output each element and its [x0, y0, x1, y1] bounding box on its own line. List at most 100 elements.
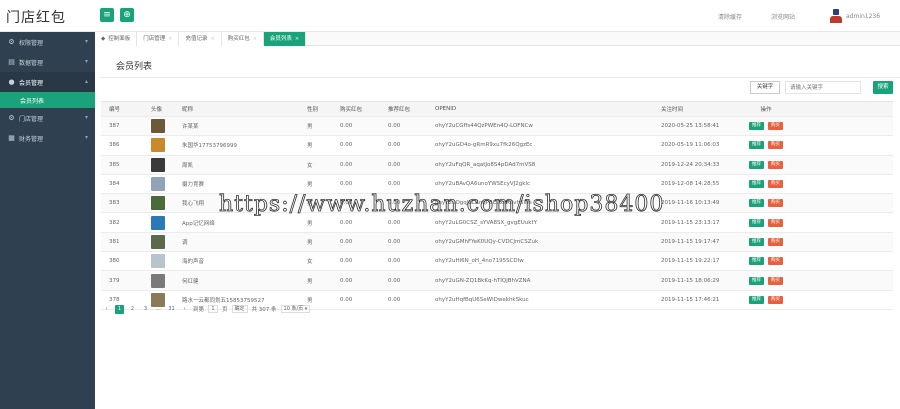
recommend-button[interactable]: 推荐 — [749, 122, 764, 131]
row-follow-time: 2019-11-15 23:13:17 — [661, 219, 720, 226]
buy-button[interactable]: 购买 — [768, 218, 783, 227]
buy-button[interactable]: 购买 — [768, 295, 783, 304]
finance-icon: ▦ — [8, 133, 15, 142]
page-button[interactable]: 1 — [115, 304, 124, 314]
goto-confirm-button[interactable]: 确定 — [231, 305, 248, 313]
recommend-button[interactable]: 推荐 — [749, 257, 764, 266]
table-row: 385 周凯 女 0.00 0.00 ohyY2uFqQR_aqatJo8S4pDAd7m… — [101, 155, 893, 175]
avatar — [151, 254, 165, 269]
chevron-down-icon: ▾ — [84, 114, 88, 121]
row-follow-time: 2019-11-15 19:17:47 — [661, 238, 720, 245]
buy-button[interactable]: 购买 — [768, 160, 783, 169]
row-follow-time: 2019-11-15 18:06:29 — [661, 277, 720, 284]
row-id: 378 — [109, 296, 120, 303]
refresh-button[interactable]: ⊕ — [120, 8, 134, 22]
sidebar-item-label: 门店管理 — [19, 115, 44, 123]
header-sex: 性别 — [307, 107, 319, 113]
header-openid: OPENID — [435, 106, 457, 112]
goto-page-input[interactable]: 1 — [208, 305, 219, 313]
per-page-select[interactable]: 10 条/页 ▾ — [280, 305, 311, 313]
row-nickname: 朱国华17753796999 — [182, 143, 237, 150]
row-sex: 男 — [307, 278, 313, 285]
tab-stores[interactable]: 门店管理 × — [137, 32, 180, 46]
clear-cache-link[interactable]: 清除缓存 — [718, 12, 742, 21]
row-sex: 男 — [307, 182, 313, 189]
recommend-button[interactable]: 推荐 — [749, 180, 764, 189]
main-content: 会员列表 关键字 搜索 编号 头像 昵称 性别 购买红包 推荐红包 OPENID… — [95, 46, 900, 409]
pagination: ‹ 1 2 3 ... 31 › 到第 1 页 确定 共 307 条 10 条/… — [102, 303, 311, 315]
sidebar-item-permissions[interactable]: ⚙ 权限管理 ▾ — [0, 32, 95, 52]
sidebar-item-finance[interactable]: ▦ 财务管理 ▾ — [0, 128, 95, 148]
row-openid: ohyY2uHl6N_oH_4no7195SCDIw — [435, 258, 524, 265]
row-nickname: App记忆网络 — [182, 220, 215, 227]
page-unit-label: 页 — [222, 307, 228, 313]
row-openid: ohyY2uCGffs44QzPWEn4Q-LOFNCw — [435, 123, 533, 130]
sidebar-item-members[interactable]: ● 会员管理 ▴ — [0, 72, 95, 92]
prev-page-button[interactable]: ‹ — [102, 305, 111, 314]
row-buy-redpacket: 0.00 — [340, 142, 353, 149]
browse-site-link[interactable]: 浏览网站 — [771, 12, 795, 21]
table-header: 编号 头像 昵称 性别 购买红包 推荐红包 OPENID 关注时间 操作 — [101, 102, 893, 117]
tab-recharge[interactable]: 充值记录 × — [179, 32, 222, 46]
sidebar-subitem-member-list[interactable]: 会员列表 — [0, 92, 95, 108]
user-menu[interactable]: admin1236 — [830, 8, 880, 24]
sidebar-item-label: 财务管理 — [19, 135, 44, 143]
buy-button[interactable]: 购买 — [768, 257, 783, 266]
close-icon[interactable]: × — [168, 32, 172, 46]
page-button[interactable]: 31 — [167, 305, 176, 314]
search-button[interactable]: 搜索 — [873, 81, 893, 94]
next-page-button[interactable]: › — [180, 305, 189, 314]
buy-button[interactable]: 购买 — [768, 276, 783, 285]
menu-toggle-button[interactable]: ≡ — [100, 8, 114, 22]
recommend-button[interactable]: 推荐 — [749, 199, 764, 208]
recommend-button[interactable]: 推荐 — [749, 141, 764, 150]
close-icon[interactable]: × — [253, 32, 257, 46]
row-id: 387 — [109, 123, 120, 130]
tab-member-list[interactable]: 会员列表 × — [263, 32, 307, 46]
recommend-button[interactable]: 推荐 — [749, 218, 764, 227]
tab-buy-redpacket[interactable]: 购买红包 × — [221, 32, 264, 46]
row-id: 380 — [109, 258, 120, 265]
buy-button[interactable]: 购买 — [768, 199, 783, 208]
buy-button[interactable]: 购买 — [768, 180, 783, 189]
row-openid: ohyY2uLG0CSZ_sYVA8SX_gvgEUuktY — [435, 219, 537, 226]
username: admin1236 — [846, 12, 881, 20]
keyword-dropdown[interactable]: 关键字 — [750, 81, 780, 94]
row-nickname: 摄力竞赛 — [182, 182, 205, 189]
row-id: 383 — [109, 200, 120, 207]
recommend-button[interactable]: 推荐 — [749, 237, 764, 246]
page-button[interactable]: 2 — [128, 305, 137, 314]
sidebar-item-data[interactable]: ▤ 数据管理 ▾ — [0, 52, 95, 72]
avatar — [151, 119, 165, 134]
row-rec-redpacket: 0.00 — [388, 181, 401, 188]
row-id: 379 — [109, 277, 120, 284]
home-icon: ◆ — [101, 36, 106, 42]
buy-button[interactable]: 购买 — [768, 237, 783, 246]
header-actions: 操作 — [760, 107, 772, 113]
row-openid: ohyY2uFqQR_aqatJo8S4pDAd7mVS8 — [435, 161, 536, 168]
sidebar-item-stores[interactable]: ⚙ 门店管理 ▾ — [0, 108, 95, 128]
close-icon[interactable]: × — [295, 32, 299, 46]
close-icon[interactable]: × — [210, 32, 214, 46]
row-buy-redpacket: 0.00 — [340, 161, 353, 168]
row-nickname: 海的声音 — [182, 259, 205, 266]
recommend-button[interactable]: 推荐 — [749, 160, 764, 169]
row-rec-redpacket: 0.00 — [388, 123, 401, 130]
row-id: 386 — [109, 142, 120, 149]
buy-button[interactable]: 购买 — [768, 122, 783, 131]
tab-dashboard[interactable]: ◆ 控制面板 — [95, 32, 138, 46]
buy-button[interactable]: 购买 — [768, 141, 783, 150]
header-follow-time: 关注时间 — [661, 107, 684, 113]
search-input[interactable] — [785, 81, 861, 94]
page-button[interactable]: 3 — [141, 305, 150, 314]
header-id: 编号 — [109, 107, 121, 113]
header-rec-redpacket: 推荐红包 — [388, 107, 411, 113]
row-rec-redpacket: 0.00 — [388, 296, 401, 303]
recommend-button[interactable]: 推荐 — [749, 276, 764, 285]
row-sex: 男 — [307, 124, 313, 131]
row-rec-redpacket: 0.00 — [388, 277, 401, 284]
row-follow-time: 2020-05-25 13:58:41 — [661, 123, 720, 130]
recommend-button[interactable]: 推荐 — [749, 295, 764, 304]
sidebar-item-label: 数据管理 — [19, 59, 44, 67]
row-buy-redpacket: 0.00 — [340, 238, 353, 245]
